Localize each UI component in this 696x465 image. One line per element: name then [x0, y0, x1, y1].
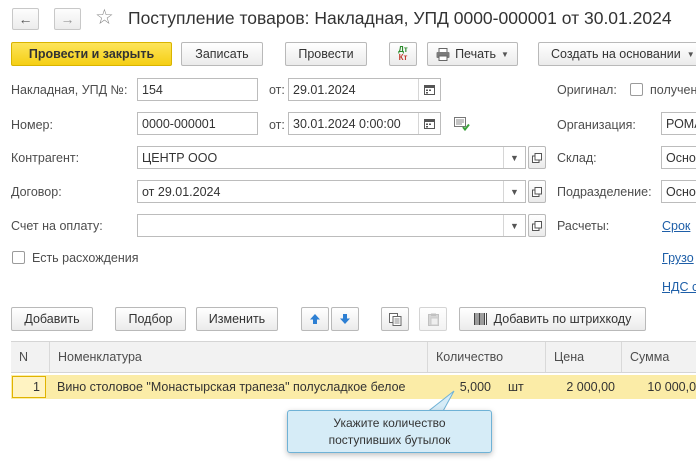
original-received-label: получен — [650, 83, 696, 97]
open-payment-invoice-button[interactable] — [528, 214, 546, 237]
print-label: Печать — [455, 47, 497, 61]
print-button[interactable]: Печать ▼ — [427, 42, 518, 66]
consignee-link[interactable]: Грузо — [662, 251, 694, 265]
add-by-barcode-label: Добавить по штрихкоду — [493, 312, 632, 326]
payment-invoice-label: Счет на оплату: — [11, 219, 103, 233]
tooltip-line-1: Укажите количество — [333, 416, 446, 430]
row-number-cell[interactable]: 1 — [12, 376, 46, 398]
discrepancy-label: Есть расхождения — [32, 251, 139, 265]
table-header: N Номенклатура Количество Цена Сумма — [11, 341, 696, 373]
move-up-button[interactable] — [301, 307, 329, 331]
original-received-checkbox[interactable] — [630, 83, 643, 96]
number-date-field[interactable]: 30.01.2024 0:00:00 — [288, 112, 441, 135]
post-button[interactable]: Провести — [285, 42, 367, 66]
move-down-button[interactable] — [331, 307, 359, 331]
contract-field[interactable]: от 29.01.2024 ▼ — [137, 180, 526, 203]
column-header-n[interactable]: N — [11, 342, 49, 372]
forward-button[interactable]: → — [54, 8, 81, 30]
counterparty-value: ЦЕНТР ООО — [142, 150, 218, 165]
warehouse-label: Склад: — [557, 151, 597, 165]
arrow-left-icon: ← — [18, 11, 33, 27]
comment-check-icon[interactable] — [454, 117, 470, 134]
unit-cell[interactable]: шт — [508, 375, 524, 399]
number-label: Номер: — [11, 118, 53, 132]
change-button[interactable]: Изменить — [196, 307, 278, 331]
dropdown-arrow-icon: ▼ — [501, 49, 509, 59]
sum-cell[interactable]: 10 000,00 — [621, 375, 696, 399]
add-row-button[interactable]: Добавить — [11, 307, 93, 331]
counterparty-field[interactable]: ЦЕНТР ООО ▼ — [137, 146, 526, 169]
open-window-icon — [532, 186, 542, 197]
column-header-quantity[interactable]: Количество — [427, 342, 545, 372]
open-contract-button[interactable] — [528, 180, 546, 203]
arrow-up-icon — [310, 314, 320, 324]
dropdown-arrow-icon[interactable]: ▼ — [503, 147, 525, 168]
dropdown-arrow-icon: ▼ — [686, 49, 695, 59]
vat-link[interactable]: НДС с — [662, 280, 696, 294]
pick-button[interactable]: Подбор — [115, 307, 186, 331]
payment-invoice-field[interactable]: ▼ — [137, 214, 526, 237]
invoice-from-label: от: — [269, 83, 285, 97]
open-window-icon — [532, 220, 542, 231]
barcode-icon — [473, 313, 487, 325]
save-button[interactable]: Записать — [181, 42, 263, 66]
dt-kt-button[interactable]: Дт Кт — [389, 42, 417, 66]
dt-kt-icon-bottom: Кт — [398, 53, 408, 62]
dropdown-arrow-icon[interactable]: ▼ — [503, 215, 525, 236]
open-counterparty-button[interactable] — [528, 146, 546, 169]
copy-icon — [388, 312, 401, 326]
contract-value: от 29.01.2024 — [142, 184, 221, 199]
column-header-sum[interactable]: Сумма — [621, 342, 696, 372]
dropdown-arrow-icon[interactable]: ▼ — [503, 181, 525, 202]
favorite-star-icon[interactable]: ☆ — [95, 5, 114, 30]
division-label: Подразделение: — [557, 185, 652, 199]
tooltip-line-2: поступивших бутылок — [328, 433, 451, 447]
column-header-price[interactable]: Цена — [545, 342, 621, 372]
counterparty-label: Контрагент: — [11, 151, 80, 165]
organization-label: Организация: — [557, 118, 636, 132]
invoice-number-field[interactable]: 154 — [137, 78, 258, 101]
invoice-number-label: Накладная, УПД №: — [11, 83, 128, 97]
document-title: Поступление товаров: Накладная, УПД 0000… — [128, 8, 672, 28]
printer-icon — [436, 47, 450, 61]
number-from-label: от: — [269, 118, 285, 132]
add-by-barcode-button[interactable]: Добавить по штрихкоду — [459, 307, 646, 331]
open-window-icon — [532, 152, 542, 163]
post-and-close-button[interactable]: Провести и закрыть — [11, 42, 172, 66]
table-row[interactable]: 1 Вино столовое "Монастырская трапеза" п… — [11, 375, 696, 399]
original-label: Оригинал: — [557, 83, 617, 97]
invoice-date-value: 29.01.2024 — [293, 82, 356, 97]
invoice-date-field[interactable]: 29.01.2024 — [288, 78, 441, 101]
number-date-value: 30.01.2024 0:00:00 — [293, 116, 401, 131]
discrepancy-checkbox[interactable] — [12, 251, 25, 264]
copy-rows-button[interactable] — [381, 307, 409, 331]
arrow-down-icon — [340, 314, 350, 324]
settlements-label: Расчеты: — [557, 219, 610, 233]
create-based-on-button[interactable]: Создать на основании ▼ — [538, 42, 696, 66]
organization-field[interactable]: РОМА — [661, 112, 696, 135]
price-cell[interactable]: 2 000,00 — [545, 375, 615, 399]
warehouse-field[interactable]: Осно — [661, 146, 696, 169]
contract-label: Договор: — [11, 185, 62, 199]
back-button[interactable]: ← — [12, 8, 39, 30]
number-field[interactable]: 0000-000001 — [137, 112, 258, 135]
quantity-hint-tooltip: Укажите количество поступивших бутылок — [287, 410, 492, 453]
create-based-on-label: Создать на основании — [551, 47, 681, 61]
division-field[interactable]: Осно — [661, 180, 696, 203]
column-header-item[interactable]: Номенклатура — [49, 342, 427, 372]
settlements-term-link[interactable]: Срок — [662, 219, 690, 233]
calendar-icon[interactable] — [418, 113, 440, 134]
paste-rows-button[interactable] — [419, 307, 447, 331]
paste-icon — [427, 313, 439, 326]
calendar-icon[interactable] — [418, 79, 440, 100]
item-cell[interactable]: Вино столовое "Монастырская трапеза" пол… — [57, 375, 406, 399]
arrow-right-icon: → — [60, 11, 75, 27]
